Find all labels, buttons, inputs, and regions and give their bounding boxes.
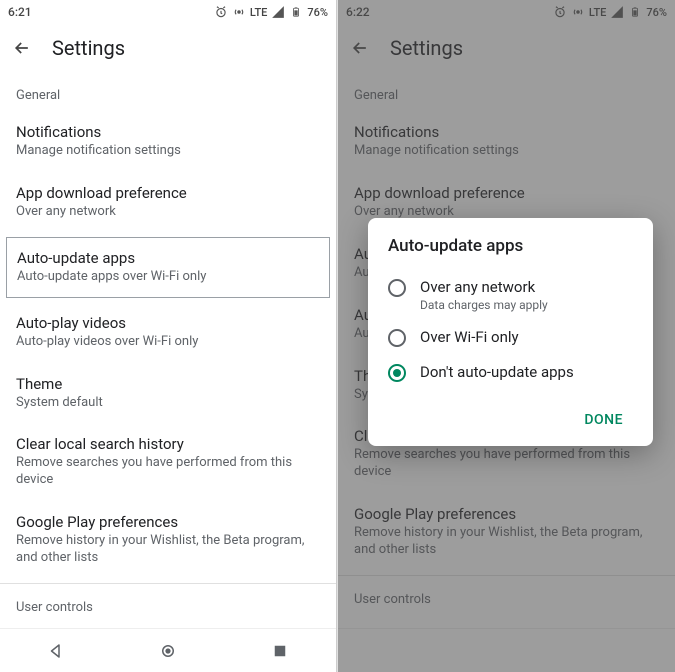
status-bar: 6:21 LTE 76% [0, 0, 336, 24]
screen-settings-dialog: 6:22 LTE 76% Settings General Notifi [338, 0, 675, 672]
item-subtitle: Remove searches you have performed from … [16, 455, 320, 489]
nav-back-icon[interactable] [47, 642, 65, 660]
item-subtitle: System default [16, 395, 320, 412]
radio-icon [388, 279, 406, 297]
item-title: Google Play preferences [16, 513, 320, 531]
item-notifications[interactable]: Notifications Manage notification settin… [0, 111, 336, 172]
dialog-actions: DONE [388, 404, 633, 436]
section-general-header: General [0, 72, 336, 111]
item-subtitle: Auto-play videos over Wi-Fi only [16, 334, 320, 351]
radio-label: Over Wi-Fi only [420, 328, 519, 346]
item-title: Theme [16, 375, 320, 393]
section-user-controls-header: User controls [0, 584, 336, 623]
battery-icon [289, 5, 303, 19]
item-title: Auto-play videos [16, 314, 320, 332]
item-google-play-prefs[interactable]: Google Play preferences Remove history i… [0, 501, 336, 579]
item-download-pref[interactable]: App download preference Over any network [0, 172, 336, 233]
item-subtitle: Over any network [16, 204, 320, 221]
radio-sublabel: Data charges may apply [420, 298, 548, 312]
status-battery: 76% [307, 6, 328, 19]
item-autoplay[interactable]: Auto-play videos Auto-play videos over W… [0, 302, 336, 363]
radio-label: Over any network [420, 278, 548, 296]
page-title: Settings [52, 36, 125, 60]
settings-content: General Notifications Manage notificatio… [0, 72, 336, 628]
signal-icon [271, 5, 285, 19]
screen-settings: 6:21 LTE 76% Settings General Noti [0, 0, 337, 672]
radio-icon [388, 329, 406, 347]
item-subtitle: Remove history in your Wishlist, the Bet… [16, 533, 320, 567]
nav-home-icon[interactable] [159, 642, 177, 660]
dialog-title: Auto-update apps [388, 236, 633, 256]
alarm-icon [214, 5, 228, 19]
hotspot-icon [232, 5, 246, 19]
radio-dont-auto-update[interactable]: Don't auto-update apps [388, 355, 633, 390]
app-bar: Settings [0, 24, 336, 72]
nav-bar [0, 628, 336, 672]
status-time: 6:21 [8, 5, 32, 19]
item-subtitle: Auto-update apps over Wi-Fi only [17, 269, 319, 286]
item-title: Notifications [16, 123, 320, 141]
nav-recents-icon[interactable] [271, 642, 289, 660]
item-title: App download preference [16, 184, 320, 202]
item-clear-history[interactable]: Clear local search history Remove search… [0, 423, 336, 501]
item-title: Auto-update apps [17, 249, 319, 267]
done-button[interactable]: DONE [574, 404, 633, 436]
item-title: Clear local search history [16, 435, 320, 453]
item-subtitle: Manage notification settings [16, 143, 320, 160]
radio-icon [388, 364, 406, 382]
status-network: LTE [250, 6, 268, 19]
item-theme[interactable]: Theme System default [0, 363, 336, 424]
item-auto-update[interactable]: Auto-update apps Auto-update apps over W… [6, 237, 330, 298]
radio-over-wifi-only[interactable]: Over Wi-Fi only [388, 320, 633, 355]
back-icon[interactable] [12, 38, 32, 58]
radio-label: Don't auto-update apps [420, 363, 574, 381]
auto-update-dialog: Auto-update apps Over any network Data c… [368, 218, 653, 446]
radio-over-any-network[interactable]: Over any network Data charges may apply [388, 270, 633, 320]
